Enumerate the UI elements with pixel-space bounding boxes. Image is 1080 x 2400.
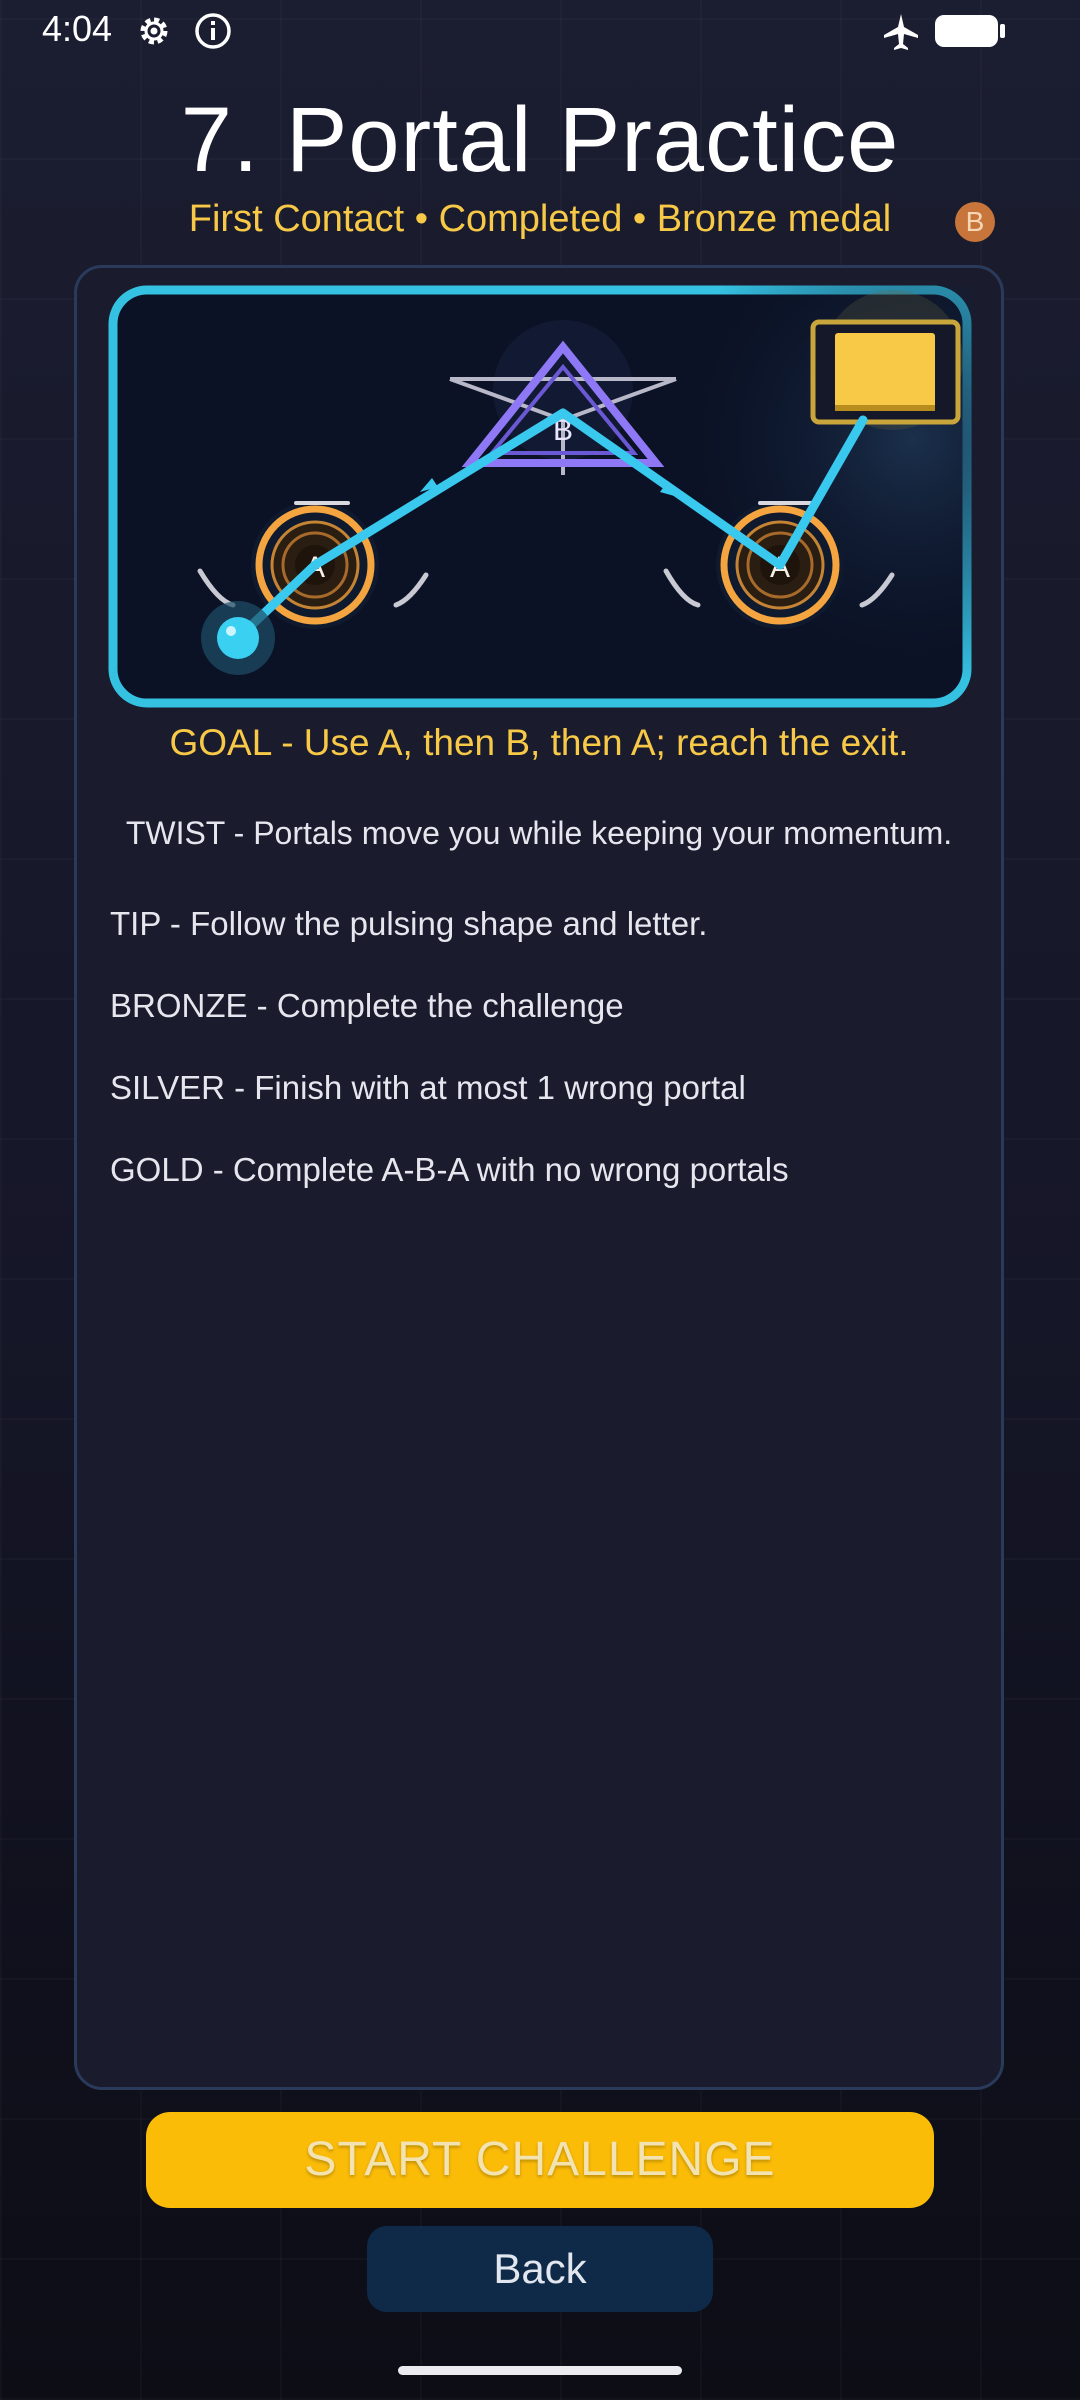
bronze-medal-icon: B [955, 202, 995, 242]
twist-text: TWIST - Portals move you while keeping y… [125, 815, 953, 851]
back-button[interactable]: Back [367, 2226, 713, 2312]
start-challenge-button[interactable]: START CHALLENGE [146, 2112, 934, 2208]
level-status-subtitle: First Contact • Completed • Bronze medal [188, 198, 892, 240]
tip-text: TIP - Follow the pulsing shape and lette… [110, 905, 708, 942]
player-ball [201, 601, 275, 675]
level-preview: A A B [108, 195, 1080, 708]
battery-icon [934, 13, 1006, 54]
bronze-requirement: BRONZE - Complete the challenge [110, 987, 624, 1024]
gear-icon [134, 11, 174, 56]
info-icon [193, 11, 233, 56]
status-bar: 4:04 [0, 0, 1080, 62]
goal-text: GOAL - Use A, then B, then A; reach the … [169, 722, 909, 763]
status-time: 4:04 [42, 8, 113, 49]
home-indicator[interactable] [398, 2366, 682, 2375]
page-title: 7. Portal Practice [180, 89, 900, 191]
airplane-icon [880, 11, 922, 58]
gold-requirement: GOLD - Complete A-B-A with no wrong port… [110, 1151, 789, 1188]
silver-requirement: SILVER - Finish with at most 1 wrong por… [110, 1069, 746, 1106]
